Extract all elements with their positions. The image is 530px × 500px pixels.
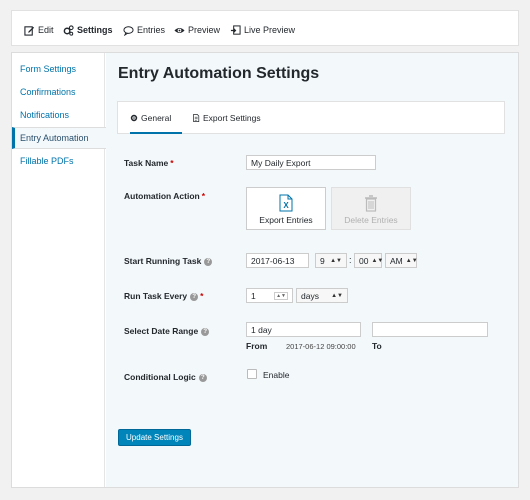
- start-date-input[interactable]: 2017-06-13: [246, 253, 309, 268]
- toolbar-edit-button[interactable]: Edit: [24, 23, 54, 37]
- top-toolbar: Edit Settings Entries Preview Live Previ…: [11, 10, 519, 46]
- select-arrows-icon: ▲▼: [405, 257, 418, 264]
- eye-icon: [174, 27, 185, 33]
- sidebar-item-label: Form Settings: [20, 63, 77, 74]
- task-name-input[interactable]: My Daily Export: [246, 155, 376, 170]
- external-link-icon: [230, 24, 241, 35]
- sidebar-item-label: Notifications: [20, 109, 70, 120]
- toolbar-settings-label: Settings: [77, 25, 113, 35]
- tab-export-settings[interactable]: Export Settings: [192, 113, 261, 123]
- sidebar-item-entry-automation[interactable]: Entry Automation: [12, 127, 106, 149]
- task-name-label: Task Name *: [124, 158, 174, 168]
- start-hour-select[interactable]: 9 ▲▼: [315, 253, 347, 268]
- tab-export-settings-label: Export Settings: [203, 113, 261, 123]
- sidebar-item-form-settings[interactable]: Form Settings: [12, 58, 105, 80]
- sidebar-item-label: Entry Automation: [20, 133, 89, 143]
- toolbar-entries-button[interactable]: Entries: [123, 23, 165, 37]
- select-arrows-icon: ▲▼: [371, 257, 384, 264]
- settings-content: Entry Automation Settings General Export…: [106, 53, 518, 487]
- required-marker: *: [170, 158, 174, 168]
- toolbar-live-preview-button[interactable]: Live Preview: [230, 23, 295, 37]
- help-icon[interactable]: ?: [198, 373, 207, 382]
- help-icon[interactable]: ?: [201, 327, 210, 336]
- required-marker: *: [201, 191, 206, 201]
- comment-icon: [123, 25, 134, 36]
- toolbar-preview-button[interactable]: Preview: [174, 23, 220, 37]
- toolbar-entries-label: Entries: [137, 25, 166, 35]
- date-range-to-input[interactable]: [372, 322, 488, 337]
- date-range-from-computed: 2017-06-12 09:00:00: [286, 342, 356, 351]
- gear-icon: [130, 114, 138, 122]
- toolbar-settings-button[interactable]: Settings: [63, 23, 113, 37]
- active-tab-indicator: [130, 132, 182, 134]
- sidebar-item-confirmations[interactable]: Confirmations: [12, 81, 105, 103]
- page-title: Entry Automation Settings: [118, 65, 320, 82]
- select-arrows-icon: ▲▼: [331, 292, 343, 299]
- date-range-from-label: From: [246, 341, 268, 351]
- delete-entries-label: Delete Entries: [344, 215, 398, 225]
- toolbar-live-preview-label: Live Preview: [244, 25, 296, 35]
- conditional-logic-enable-label: Enable: [263, 370, 290, 380]
- help-icon[interactable]: ?: [190, 292, 199, 301]
- sidebar-item-fillable-pdfs[interactable]: Fillable PDFs: [12, 150, 105, 172]
- help-icon[interactable]: ?: [204, 257, 213, 266]
- conditional-logic-checkbox[interactable]: [247, 369, 257, 379]
- select-date-range-label: Select Date Range?: [124, 326, 210, 336]
- settings-sidebar: Form Settings Confirmations Notification…: [12, 53, 106, 487]
- date-range-from-input[interactable]: 1 day: [246, 322, 361, 337]
- trash-icon: [365, 195, 377, 212]
- start-ampm-select[interactable]: AM ▲▼: [385, 253, 418, 268]
- time-separator: :: [349, 255, 352, 265]
- select-arrows-icon: ▲▼: [330, 257, 342, 264]
- export-entries-label: Export Entries: [259, 215, 313, 225]
- run-every-unit-select[interactable]: days ▲▼: [296, 288, 348, 303]
- update-settings-button[interactable]: Update Settings: [118, 429, 191, 446]
- tab-general-label: General: [141, 113, 172, 123]
- tab-general[interactable]: General: [130, 113, 171, 123]
- start-running-task-label: Start Running Task?: [124, 256, 213, 266]
- date-range-to-label: To: [372, 341, 382, 351]
- gears-icon: [63, 24, 74, 36]
- export-entries-option[interactable]: X Export Entries: [246, 187, 326, 230]
- automation-action-label: Automation Action *: [124, 191, 206, 201]
- edit-icon: [24, 25, 35, 36]
- conditional-logic-label: Conditional Logic?: [124, 372, 207, 382]
- sidebar-item-label: Confirmations: [20, 86, 76, 97]
- settings-tabs: General Export Settings: [117, 101, 505, 134]
- stepper-icon[interactable]: ▲▼: [274, 291, 288, 300]
- svg-text:X: X: [283, 201, 289, 210]
- required-marker: *: [200, 291, 204, 301]
- excel-icon: X: [279, 194, 293, 212]
- delete-entries-option[interactable]: Delete Entries: [331, 187, 411, 230]
- sidebar-item-notifications[interactable]: Notifications: [12, 104, 105, 126]
- start-minute-select[interactable]: 00 ▲▼: [354, 253, 384, 268]
- file-icon: [193, 114, 200, 122]
- toolbar-edit-label: Edit: [38, 25, 54, 35]
- settings-panel: Form Settings Confirmations Notification…: [11, 52, 519, 488]
- run-every-number-input[interactable]: 1 ▲▼: [246, 288, 293, 303]
- sidebar-item-label: Fillable PDFs: [20, 155, 74, 166]
- toolbar-preview-label: Preview: [188, 25, 221, 35]
- run-task-every-label: Run Task Every? *: [124, 291, 204, 301]
